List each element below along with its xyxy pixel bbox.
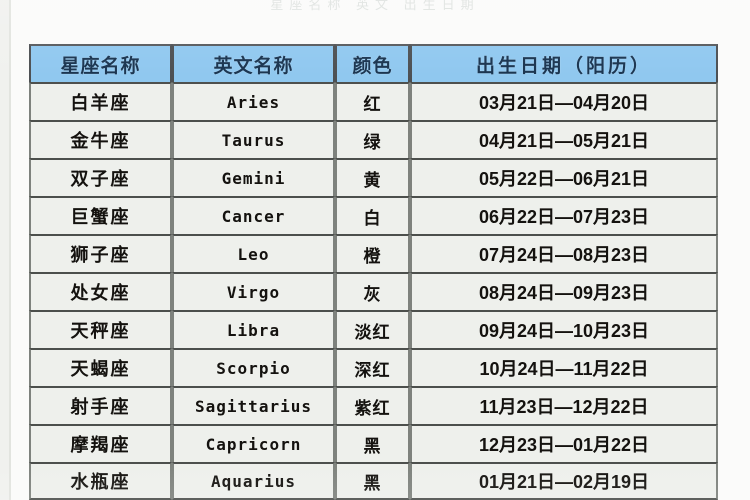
cell-english-name: Taurus [172,120,335,158]
table-header: 星座名称 英文名称 颜色 出生日期（阳历） [29,44,718,82]
cell-sign-name: 白羊座 [29,82,172,120]
cell-english-name: Libra [172,310,335,348]
cell-color: 红 [335,82,410,120]
table-body: 白羊座 Aries 红 03月21日—04月20日 金牛座 Taurus 绿 04月21日—0… [29,82,718,500]
cell-english-name: Leo [172,234,335,272]
cell-birth-date: 05月22日—06月21日 [410,158,718,196]
left-edge-band [0,0,9,500]
cell-color: 紫红 [335,386,410,424]
table-row: 双子座 Gemini 黄 05月22日—06月21日 [29,158,718,196]
cell-color: 白 [335,196,410,234]
cell-sign-name: 处女座 [29,272,172,310]
cell-english-name: Aquarius [172,462,335,500]
page-root: 星座名称 英文 出生日期 星座名称 英文名称 颜色 出生日期（阳历） 白羊座 Ar… [0,0,750,500]
table-row: 狮子座 Leo 橙 07月24日—08月23日 [29,234,718,272]
cell-birth-date: 12月23日—01月22日 [410,424,718,462]
cell-birth-date: 10月24日—11月22日 [410,348,718,386]
cell-birth-date: 07月24日—08月23日 [410,234,718,272]
cell-sign-name: 射手座 [29,386,172,424]
cell-sign-name: 狮子座 [29,234,172,272]
cell-english-name: Scorpio [172,348,335,386]
cell-english-name: Capricorn [172,424,335,462]
cropped-header-ghost-text: 星座名称 英文 出生日期 [270,0,480,12]
table-row: 巨蟹座 Cancer 白 06月22日—07月23日 [29,196,718,234]
column-header-english-name: 英文名称 [172,44,335,82]
left-edge-divider [9,0,11,500]
cell-sign-name: 双子座 [29,158,172,196]
cell-color: 深红 [335,348,410,386]
cell-english-name: Cancer [172,196,335,234]
column-header-color: 颜色 [335,44,410,82]
cell-sign-name: 摩羯座 [29,424,172,462]
cell-sign-name: 天秤座 [29,310,172,348]
cell-color: 黑 [335,462,410,500]
cell-sign-name: 水瓶座 [29,462,172,500]
column-header-birth-date: 出生日期（阳历） [410,44,718,82]
table-row: 白羊座 Aries 红 03月21日—04月20日 [29,82,718,120]
zodiac-signs-table: 星座名称 英文名称 颜色 出生日期（阳历） 白羊座 Aries 红 03月21日—04… [29,44,718,500]
table-row: 金牛座 Taurus 绿 04月21日—05月21日 [29,120,718,158]
cell-sign-name: 天蝎座 [29,348,172,386]
column-header-sign-name: 星座名称 [29,44,172,82]
cell-sign-name: 金牛座 [29,120,172,158]
cell-english-name: Sagittarius [172,386,335,424]
table-row: 水瓶座 Aquarius 黑 01月21日—02月19日 [29,462,718,500]
cell-sign-name: 巨蟹座 [29,196,172,234]
cell-color: 橙 [335,234,410,272]
table-header-row: 星座名称 英文名称 颜色 出生日期（阳历） [29,44,718,82]
cell-birth-date: 09月24日—10月23日 [410,310,718,348]
cell-color: 黑 [335,424,410,462]
cell-birth-date: 08月24日—09月23日 [410,272,718,310]
table-row: 天秤座 Libra 淡红 09月24日—10月23日 [29,310,718,348]
cell-birth-date: 03月21日—04月20日 [410,82,718,120]
cell-color: 黄 [335,158,410,196]
cell-birth-date: 11月23日—12月22日 [410,386,718,424]
cell-birth-date: 01月21日—02月19日 [410,462,718,500]
cell-english-name: Virgo [172,272,335,310]
table-row: 天蝎座 Scorpio 深红 10月24日—11月22日 [29,348,718,386]
cell-english-name: Aries [172,82,335,120]
cell-color: 淡红 [335,310,410,348]
cell-color: 绿 [335,120,410,158]
table-row: 摩羯座 Capricorn 黑 12月23日—01月22日 [29,424,718,462]
cell-color: 灰 [335,272,410,310]
cell-english-name: Gemini [172,158,335,196]
table-row: 处女座 Virgo 灰 08月24日—09月23日 [29,272,718,310]
cell-birth-date: 04月21日—05月21日 [410,120,718,158]
cell-birth-date: 06月22日—07月23日 [410,196,718,234]
table-row: 射手座 Sagittarius 紫红 11月23日—12月22日 [29,386,718,424]
